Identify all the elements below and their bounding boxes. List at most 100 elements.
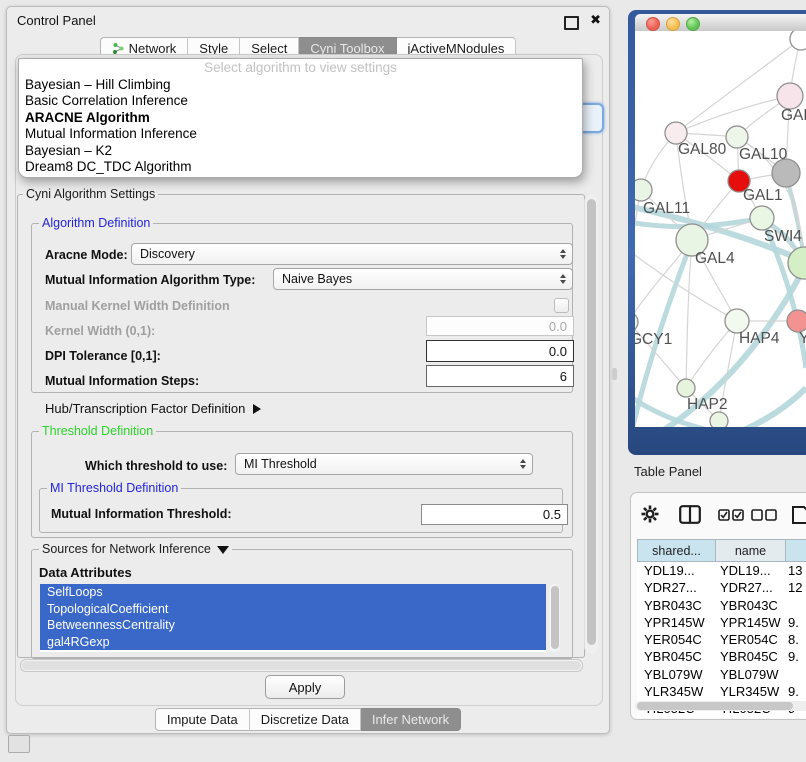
hub-transcription-factor-label: Hub/Transcription Factor Definition — [45, 401, 245, 416]
network-node-swi4[interactable] — [750, 206, 774, 230]
table-row[interactable]: YDR27...YDR27...12 — [637, 579, 806, 596]
cell: YPR145W — [637, 614, 715, 631]
table-row[interactable]: YBL079WYBL079W — [637, 666, 806, 683]
close-icon[interactable]: ✖ — [590, 12, 601, 28]
app-root: { "control_panel": { "title": "Control P… — [0, 0, 806, 762]
which-threshold-value: MI Threshold — [244, 457, 317, 471]
resize-grip[interactable] — [8, 735, 30, 753]
network-window-titlebar[interactable] — [635, 14, 806, 32]
network-edge-thick[interactable] — [744, 388, 806, 427]
cell: YBR043C — [637, 597, 715, 614]
deselect-all-checkboxes-icon[interactable] — [751, 509, 777, 521]
mi-threshold-field[interactable]: 0.5 — [421, 504, 568, 525]
cell: 8. — [785, 631, 806, 648]
node-label-gal80: GAL80 — [678, 141, 727, 158]
sheet-icon[interactable] — [791, 505, 806, 525]
column-header-name[interactable]: name — [715, 539, 785, 562]
table-body: YDL19...YDL19...13YDR27...YDR27...12YBR0… — [637, 562, 806, 718]
table-row[interactable]: YER054CYER054C8. — [637, 631, 806, 648]
mac-zoom-button[interactable] — [686, 17, 700, 31]
table-row[interactable]: YPR145WYPR145W9. — [637, 614, 806, 631]
network-node-hap2[interactable] — [677, 379, 695, 397]
mi-algorithm-type-value: Naive Bayes — [282, 272, 352, 286]
bottom-tab-bar: Impute DataDiscretize DataInfer Network — [7, 708, 609, 731]
dropdown-item-basic-correlation-inference[interactable]: Basic Correlation Inference — [19, 93, 582, 109]
dropdown-item-aracne-algorithm[interactable]: ARACNE Algorithm — [19, 110, 582, 126]
network-node[interactable] — [790, 31, 806, 50]
node-label-gal4: GAL4 — [695, 250, 735, 267]
mac-minimize-button[interactable] — [666, 17, 680, 31]
data-attributes-list[interactable]: SelfLoopsTopologicalCoefficientBetweenne… — [40, 584, 546, 652]
combo-arrows-icon — [560, 249, 566, 259]
apply-button[interactable]: Apply — [265, 675, 345, 699]
node-label-y: Y — [799, 330, 806, 347]
column-header-a[interactable]: A — [785, 539, 806, 562]
mi-steps-label: Mutual Information Steps: — [45, 374, 199, 388]
tab-discretize-data[interactable]: Discretize Data — [250, 708, 361, 731]
network-edge-thick[interactable] — [664, 268, 804, 427]
network-node[interactable] — [788, 247, 806, 279]
table-row[interactable]: YBR043CYBR043C — [637, 597, 806, 614]
data-attributes-label: Data Attributes — [39, 565, 132, 580]
table-horizontal-scrollbar[interactable] — [635, 701, 806, 711]
mac-close-button[interactable] — [646, 17, 660, 31]
sources-title-row[interactable]: Sources for Network Inference — [39, 542, 232, 556]
settings-vertical-scrollbar[interactable] — [584, 195, 598, 653]
dropdown-item-dream8-dc-tdc-algorithm[interactable]: Dream8 DC_TDC Algorithm — [19, 159, 582, 175]
list-scrollbar[interactable] — [549, 584, 560, 652]
table-row[interactable]: YLR345WYLR345W9. — [637, 683, 806, 700]
dropdown-item-bayesian-k2[interactable]: Bayesian – K2 — [19, 143, 582, 159]
node-table: shared...nameA YDL19...YDL19...13YDR27..… — [637, 539, 806, 718]
manual-kernel-width-checkbox[interactable] — [554, 298, 569, 313]
network-canvas[interactable]: GALGAL80GAL10GAL1GAL11SWI4GAL4HAP4YGCY1H… — [635, 31, 806, 427]
node-label-gal10: GAL10 — [739, 146, 788, 163]
gear-icon[interactable] — [641, 505, 659, 523]
network-node-gal[interactable] — [777, 83, 803, 109]
network-node[interactable] — [772, 159, 800, 187]
cell: 9. — [785, 648, 806, 665]
table-row[interactable]: YBR045CYBR045C9. — [637, 648, 806, 665]
split-columns-icon[interactable] — [679, 505, 701, 524]
network-node-y[interactable] — [787, 310, 806, 332]
dropdown-item-bayesian-hill-climbing[interactable]: Bayesian – Hill Climbing — [19, 77, 582, 93]
which-threshold-combo[interactable]: MI Threshold — [235, 453, 533, 475]
mi-steps-field[interactable]: 6 — [426, 365, 574, 387]
network-node-gcy1[interactable] — [635, 312, 638, 332]
kernel-width-field[interactable]: 0.0 — [426, 316, 574, 336]
cell: YLR345W — [637, 683, 715, 700]
hub-transcription-factor-section[interactable]: Hub/Transcription Factor Definition — [45, 401, 261, 416]
column-header-shared[interactable]: shared... — [637, 539, 715, 562]
settings-horizontal-scrollbar[interactable] — [20, 659, 583, 672]
algorithm-dropdown-popup: Select algorithm to view settings Bayesi… — [18, 58, 583, 178]
network-node[interactable] — [710, 412, 728, 427]
kernel-width-label: Kernel Width (0,1): — [45, 324, 155, 338]
tab-impute-data[interactable]: Impute Data — [155, 708, 250, 731]
aracne-mode-value: Discovery — [140, 247, 195, 261]
splitter-handle[interactable] — [612, 368, 617, 380]
aracne-mode-combo[interactable]: Discovery — [131, 243, 573, 265]
control-panel-window: Control Panel ✖ NetworkStyleSelectCyni T… — [6, 6, 610, 734]
mi-algorithm-type-combo[interactable]: Naive Bayes — [273, 268, 573, 290]
network-node-gal11[interactable] — [635, 179, 652, 201]
dropdown-items: Bayesian – Hill ClimbingBasic Correlatio… — [19, 77, 582, 175]
mi-threshold-label: Mutual Information Threshold: — [51, 507, 232, 521]
table-row[interactable]: YDL19...YDL19...13 — [637, 562, 806, 579]
float-window-icon[interactable] — [564, 16, 579, 30]
attribute-item-gal4rgexp[interactable]: gal4RGexp — [40, 634, 546, 651]
select-all-checkboxes-icon[interactable] — [718, 509, 744, 521]
dpi-tolerance-field[interactable]: 0.0 — [426, 340, 574, 362]
network-edge[interactable] — [686, 240, 692, 388]
dropdown-item-mutual-information-inference[interactable]: Mutual Information Inference — [19, 126, 582, 142]
network-node-gal10[interactable] — [726, 126, 748, 148]
mi-threshold-value: 0.5 — [543, 507, 561, 522]
node-label-gcy1: GCY1 — [635, 331, 672, 348]
attribute-item-selfloops[interactable]: SelfLoops — [40, 584, 546, 601]
expanded-arrow-icon — [217, 546, 229, 554]
dpi-tolerance-value: 0.0 — [549, 344, 567, 359]
tab-infer-network[interactable]: Infer Network — [361, 708, 461, 731]
cell: YBR045C — [715, 648, 785, 665]
node-label-gal11: GAL11 — [643, 200, 690, 217]
attribute-item-topologicalcoefficient[interactable]: TopologicalCoefficient — [40, 601, 546, 618]
attribute-item-betweennesscentrality[interactable]: BetweennessCentrality — [40, 617, 546, 634]
cell: 9. — [785, 614, 806, 631]
